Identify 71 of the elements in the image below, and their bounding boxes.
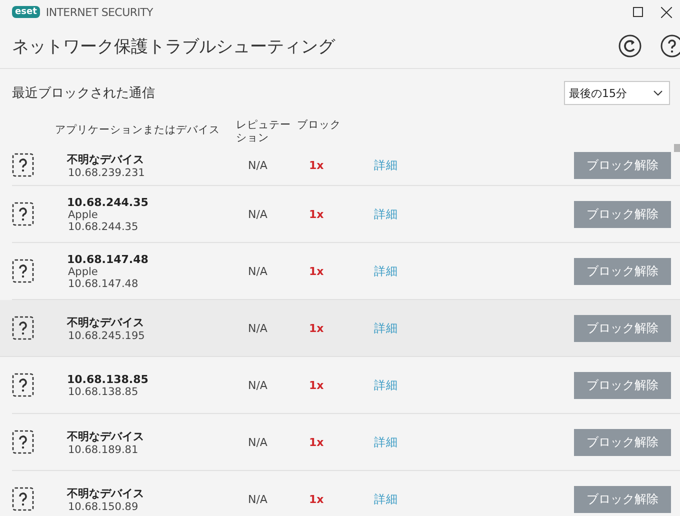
- device-vendor: Apple: [68, 208, 99, 220]
- details-link[interactable]: 詳細: [374, 378, 398, 392]
- block-count: 1x: [309, 208, 325, 220]
- unknown-device-icon: [12, 153, 34, 177]
- square-icon: [633, 7, 643, 17]
- page-title: ネットワーク保護トラブルシューティング: [12, 36, 335, 58]
- device-ip: 10.68.147.48: [68, 278, 140, 290]
- details-link[interactable]: 詳細: [374, 206, 398, 222]
- column-header: ブロック: [297, 119, 342, 132]
- block-count: 1x: [309, 492, 325, 506]
- scrollbar-thumb[interactable]: [674, 144, 680, 152]
- device-ip: 10.68.138.85: [68, 386, 140, 398]
- unknown-device-icon: [12, 430, 34, 454]
- device-name: 10.68.147.48: [67, 252, 150, 266]
- device-vendor: Apple: [68, 266, 99, 278]
- device-ip: 10.68.150.89: [68, 500, 140, 512]
- unblock-button[interactable]: ブロック解除: [574, 258, 671, 284]
- refresh-icon[interactable]: [616, 32, 644, 60]
- device-ip: 10.68.239.231: [68, 166, 146, 178]
- reputation-value: N/A: [248, 378, 268, 392]
- block-count: 1x: [309, 322, 325, 334]
- device-name: 10.68.244.35: [67, 196, 150, 208]
- reputation-value: N/A: [248, 436, 268, 448]
- brand-logo: eset: [12, 6, 40, 18]
- unknown-device-icon: [12, 316, 34, 340]
- reputation-value: N/A: [248, 208, 268, 220]
- unblock-button[interactable]: ブロック解除: [574, 372, 671, 398]
- block-count: 1x: [309, 378, 325, 392]
- column-header: レピュテーション: [236, 119, 292, 145]
- details-link[interactable]: 詳細: [374, 492, 398, 506]
- chevron-icon: [653, 90, 663, 96]
- details-link[interactable]: 詳細: [374, 434, 398, 450]
- connection-row[interactable]: 不明なデバイス 10.68.245.195 N/A 1x 詳細 ブロック解除: [0, 300, 680, 357]
- details-link[interactable]: 詳細: [374, 264, 398, 278]
- reputation-value: N/A: [248, 322, 268, 334]
- connection-row[interactable]: 不明なデバイス 10.68.189.81 N/A 1x 詳細 ブロック解除: [12, 414, 680, 471]
- block-count: 1x: [309, 264, 325, 278]
- unblock-button[interactable]: ブロック解除: [574, 200, 671, 228]
- device-name: 不明なデバイス: [67, 486, 145, 500]
- unknown-device-icon: [12, 373, 34, 397]
- unknown-device-icon: [12, 487, 34, 511]
- connection-row[interactable]: 10.68.244.35 Apple 10.68.244.35 N/A 1x 詳細 ブロック解除: [12, 186, 680, 243]
- device-name: 不明なデバイス: [67, 152, 145, 166]
- device-name: 不明なデバイス: [67, 428, 145, 444]
- unblock-button[interactable]: ブロック解除: [574, 428, 671, 456]
- reputation-value: N/A: [248, 492, 268, 506]
- details-link[interactable]: 詳細: [374, 158, 398, 172]
- help-icon[interactable]: [658, 32, 680, 60]
- device-ip: 10.68.245.195: [68, 330, 146, 342]
- close-icon: [660, 6, 672, 18]
- unblock-button[interactable]: ブロック解除: [574, 486, 671, 512]
- block-count: 1x: [309, 436, 325, 448]
- connection-row[interactable]: 不明なデバイス 10.68.150.89 N/A 1x 詳細 ブロック解除: [12, 471, 680, 516]
- reputation-value: N/A: [248, 158, 268, 172]
- period-dropdown[interactable]: 最後の15分: [564, 81, 670, 105]
- column-header: アプリケーションまたはデバイス: [55, 123, 221, 137]
- unknown-device-icon: [12, 259, 34, 283]
- unblock-button[interactable]: ブロック解除: [574, 314, 671, 342]
- device-name: 不明なデバイス: [67, 314, 145, 330]
- section-title: 最近ブロックされた通信: [12, 85, 155, 102]
- reputation-value: N/A: [248, 264, 268, 278]
- device-name: 10.68.138.85: [67, 372, 150, 386]
- connection-row[interactable]: 10.68.138.85 10.68.138.85 N/A 1x 詳細 ブロック解除: [12, 357, 680, 414]
- app-title: INTERNET SECURITY: [46, 6, 153, 18]
- block-count: 1x: [309, 158, 325, 172]
- unblock-button[interactable]: ブロック解除: [574, 152, 671, 178]
- unknown-device-icon: [12, 202, 34, 226]
- details-link[interactable]: 詳細: [374, 320, 398, 336]
- device-ip: 10.68.189.81: [68, 444, 140, 456]
- connection-row[interactable]: 不明なデバイス 10.68.239.231 N/A 1x 詳細 ブロック解除: [12, 145, 680, 186]
- device-ip: 10.68.244.35: [68, 220, 140, 232]
